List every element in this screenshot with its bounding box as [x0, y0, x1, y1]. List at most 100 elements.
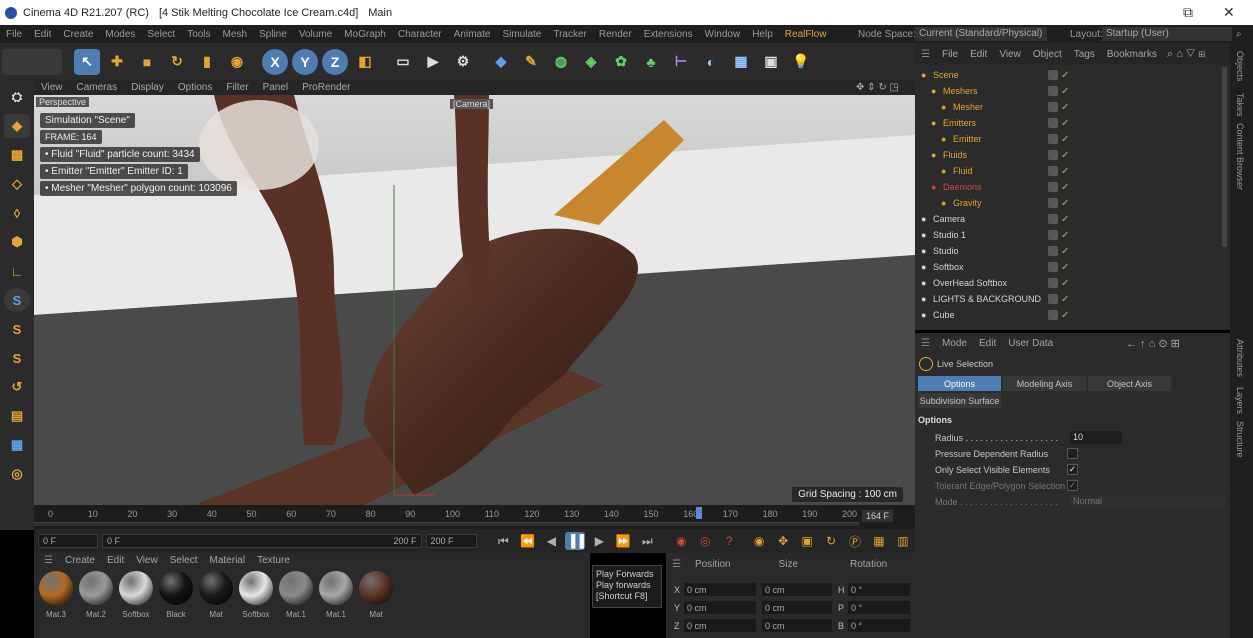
menu-create[interactable]: Create — [63, 29, 93, 40]
object-row[interactable]: ● LIGHTS & BACKGROUND ✓ — [915, 291, 1222, 307]
position-x-field[interactable]: 0 cm — [684, 583, 756, 596]
object-menu-icon[interactable]: ☰ — [921, 49, 930, 60]
enabled-check-icon[interactable]: ✓ — [1061, 246, 1069, 257]
radius-input[interactable]: 10 — [1070, 431, 1122, 444]
attribute-nav-icons[interactable]: ← ↑ ⌂ ⊙ ⊞ — [1126, 337, 1180, 350]
size-x-field[interactable]: 0 cm — [762, 583, 832, 596]
menu-select[interactable]: Select — [147, 29, 175, 40]
tweak-mode-icon[interactable]: ↺ — [4, 375, 30, 399]
object-name[interactable]: Mesher — [953, 102, 983, 112]
attribute-menu-icon[interactable]: ☰ — [921, 338, 930, 349]
record-keys-icon[interactable]: ◉ — [671, 532, 691, 550]
snap-icon[interactable]: S — [4, 288, 30, 312]
object-search-icons[interactable]: ⌕ ⌂ ▽ ⊞ — [1167, 48, 1205, 61]
texture-mode-icon[interactable]: ▩ — [4, 143, 30, 167]
live-selection-icon[interactable]: ↖ — [74, 48, 100, 75]
object-menu-object[interactable]: Object — [1033, 49, 1062, 60]
menu-volume[interactable]: Volume — [299, 29, 332, 40]
enabled-check-icon[interactable]: ✓ — [1061, 102, 1069, 113]
key-pla-icon[interactable]: Ⓟ — [845, 532, 865, 550]
object-name[interactable]: Fluids — [943, 150, 967, 160]
key-rotation-icon[interactable]: ▣ — [797, 532, 817, 550]
enabled-check-icon[interactable]: ✓ — [1061, 230, 1069, 241]
world-coordinates-icon[interactable]: ◧ — [352, 49, 378, 75]
object-name[interactable]: Studio 1 — [933, 230, 966, 240]
menu-realflow[interactable]: RealFlow — [785, 29, 827, 40]
search-icon[interactable]: ⌕ — [1236, 29, 1242, 40]
coordinates-menu-icon[interactable]: ☰ — [672, 559, 681, 570]
tab-subdivision-surface[interactable]: Subdivision Surface — [918, 393, 1001, 408]
mode-dropdown[interactable]: Normal — [1070, 495, 1225, 508]
recent-tools-icon[interactable]: ▮ — [194, 49, 220, 75]
object-row[interactable]: ● Softbox ✓ — [915, 259, 1222, 275]
object-row[interactable]: ● Studio 1 ✓ — [915, 227, 1222, 243]
make-editable-icon[interactable]: ⛭ — [4, 85, 30, 109]
grid-icon[interactable]: ▦ — [4, 433, 30, 457]
viewport-navigation-icons[interactable]: ✥ ⇕ ↻ ◳ — [856, 82, 899, 93]
node-space-dropdown[interactable]: Current (Standard/Physical) — [915, 27, 1047, 41]
material-swatch[interactable]: Mat.3 — [36, 571, 76, 619]
next-key-icon[interactable]: ⏩ — [613, 532, 633, 550]
scale-icon[interactable]: ■ — [134, 49, 160, 75]
visibility-toggle[interactable] — [1048, 86, 1058, 96]
axis-mode-icon[interactable]: ∟ — [4, 259, 30, 283]
previous-key-icon[interactable]: ⏪ — [517, 532, 537, 550]
close-window-button[interactable]: ✕ — [1223, 4, 1235, 21]
object-name[interactable]: Studio — [933, 246, 959, 256]
visibility-toggle[interactable] — [1048, 310, 1058, 320]
object-scrollbar[interactable] — [1222, 67, 1227, 247]
material-swatch[interactable]: Softbox — [236, 571, 276, 619]
enabled-check-icon[interactable]: ✓ — [1061, 310, 1069, 321]
menu-render[interactable]: Render — [599, 29, 632, 40]
visibility-toggle[interactable] — [1048, 166, 1058, 176]
object-row[interactable]: ● Emitters ✓ — [915, 115, 1222, 131]
object-menu-edit[interactable]: Edit — [970, 49, 987, 60]
side-tab-objects[interactable]: Objects — [1235, 51, 1245, 82]
object-row[interactable]: ● Cube ✓ — [915, 307, 1222, 323]
visibility-toggle[interactable] — [1048, 278, 1058, 288]
rotation-p-field[interactable]: 0 ° — [848, 601, 910, 614]
camera-icon[interactable]: ▣ — [758, 49, 784, 75]
visibility-toggle[interactable] — [1048, 214, 1058, 224]
side-tab-content-browser[interactable]: Content Browser — [1235, 123, 1245, 190]
object-row[interactable]: ● Daemons ✓ — [915, 179, 1222, 195]
timeline-playhead[interactable] — [696, 507, 703, 519]
enabled-check-icon[interactable]: ✓ — [1061, 182, 1069, 193]
tab-object-axis[interactable]: Object Axis — [1088, 376, 1171, 391]
object-name[interactable]: Meshers — [943, 86, 978, 96]
object-name[interactable]: LIGHTS & BACKGROUND — [933, 294, 1041, 304]
attribute-menu-edit[interactable]: Edit — [979, 338, 996, 349]
enabled-check-icon[interactable]: ✓ — [1061, 198, 1069, 209]
viewport-menu-options[interactable]: Options — [178, 82, 212, 93]
subdivision-icon[interactable]: ◍ — [548, 49, 574, 75]
enabled-check-icon[interactable]: ✓ — [1061, 150, 1069, 161]
enabled-check-icon[interactable]: ✓ — [1061, 262, 1069, 273]
menu-edit[interactable]: Edit — [34, 29, 51, 40]
viewport-menu-display[interactable]: Display — [131, 82, 164, 93]
menu-simulate[interactable]: Simulate — [502, 29, 541, 40]
enabled-check-icon[interactable]: ✓ — [1061, 294, 1069, 305]
object-menu-file[interactable]: File — [942, 49, 958, 60]
menu-tracker[interactable]: Tracker — [553, 29, 587, 40]
size-z-field[interactable]: 0 cm — [762, 619, 832, 632]
object-row[interactable]: ● Camera ✓ — [915, 211, 1222, 227]
enabled-check-icon[interactable]: ✓ — [1061, 70, 1069, 81]
visible-elements-checkbox[interactable]: ✓ — [1067, 464, 1078, 475]
menu-mesh[interactable]: Mesh — [223, 29, 247, 40]
visibility-toggle[interactable] — [1048, 150, 1058, 160]
menu-spline[interactable]: Spline — [259, 29, 287, 40]
material-menu-create[interactable]: Create — [65, 555, 95, 566]
go-to-start-icon[interactable]: ⏮ — [493, 532, 513, 550]
visibility-toggle[interactable] — [1048, 70, 1058, 80]
end-frame-field[interactable]: 200 F — [425, 534, 478, 548]
position-z-field[interactable]: 0 cm — [684, 619, 756, 632]
key-grid-icon[interactable]: ▦ — [869, 532, 889, 550]
material-swatch[interactable]: Mat — [356, 571, 396, 619]
side-tab-attributes[interactable]: Attributes — [1235, 339, 1245, 377]
polygons-mode-icon[interactable]: ⬢ — [4, 230, 30, 254]
model-mode-icon[interactable]: ◆ — [4, 114, 30, 138]
start-frame-field[interactable]: 0 F — [38, 534, 98, 548]
key-parameter-icon[interactable]: ↻ — [821, 532, 841, 550]
viewport-menu-view[interactable]: View — [41, 82, 63, 93]
menu-file[interactable]: File — [6, 29, 22, 40]
